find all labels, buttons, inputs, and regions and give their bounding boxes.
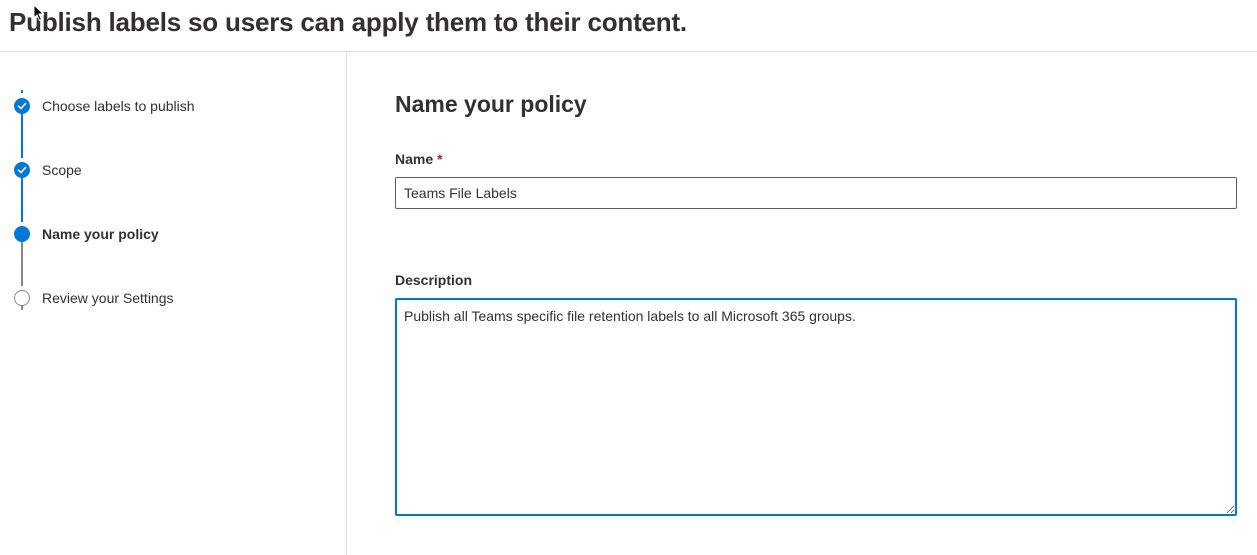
description-field-label: Description: [395, 272, 473, 288]
wizard-steps-nav: Choose labels to publish Scope Name your…: [0, 52, 347, 555]
wizard-step-label: Scope: [42, 162, 82, 178]
wizard-step-label: Name your policy: [42, 226, 159, 242]
wizard-step-label: Choose labels to publish: [42, 98, 195, 114]
name-label-text: Name: [395, 151, 434, 167]
step-connector: [21, 90, 23, 93]
wizard-step-label: Review your Settings: [42, 290, 174, 306]
step-connector: [21, 114, 23, 158]
description-textarea[interactable]: Publish all Teams specific file retentio…: [395, 298, 1237, 516]
policy-form: Name your policy Name* Description Publi…: [347, 52, 1257, 555]
required-marker: *: [437, 151, 443, 167]
step-connector: [21, 178, 23, 222]
name-input[interactable]: [395, 177, 1237, 209]
step-connector: [21, 242, 23, 286]
page-header: Publish labels so users can apply them t…: [0, 0, 1257, 52]
checkmark-icon: [14, 98, 30, 114]
wizard-step-scope[interactable]: Scope: [14, 161, 82, 179]
wizard-step-choose-labels[interactable]: Choose labels to publish: [14, 97, 195, 115]
wizard-step-review-settings[interactable]: Review your Settings: [14, 289, 174, 307]
wizard-step-name-policy[interactable]: Name your policy: [14, 225, 159, 243]
section-title: Name your policy: [395, 91, 587, 117]
checkmark-icon: [14, 162, 30, 178]
mouse-pointer-icon: [33, 4, 45, 22]
page-title: Publish labels so users can apply them t…: [9, 7, 687, 37]
name-field-label: Name *: [395, 151, 443, 167]
empty-circle-icon: [14, 290, 30, 306]
current-step-dot-icon: [14, 226, 30, 242]
